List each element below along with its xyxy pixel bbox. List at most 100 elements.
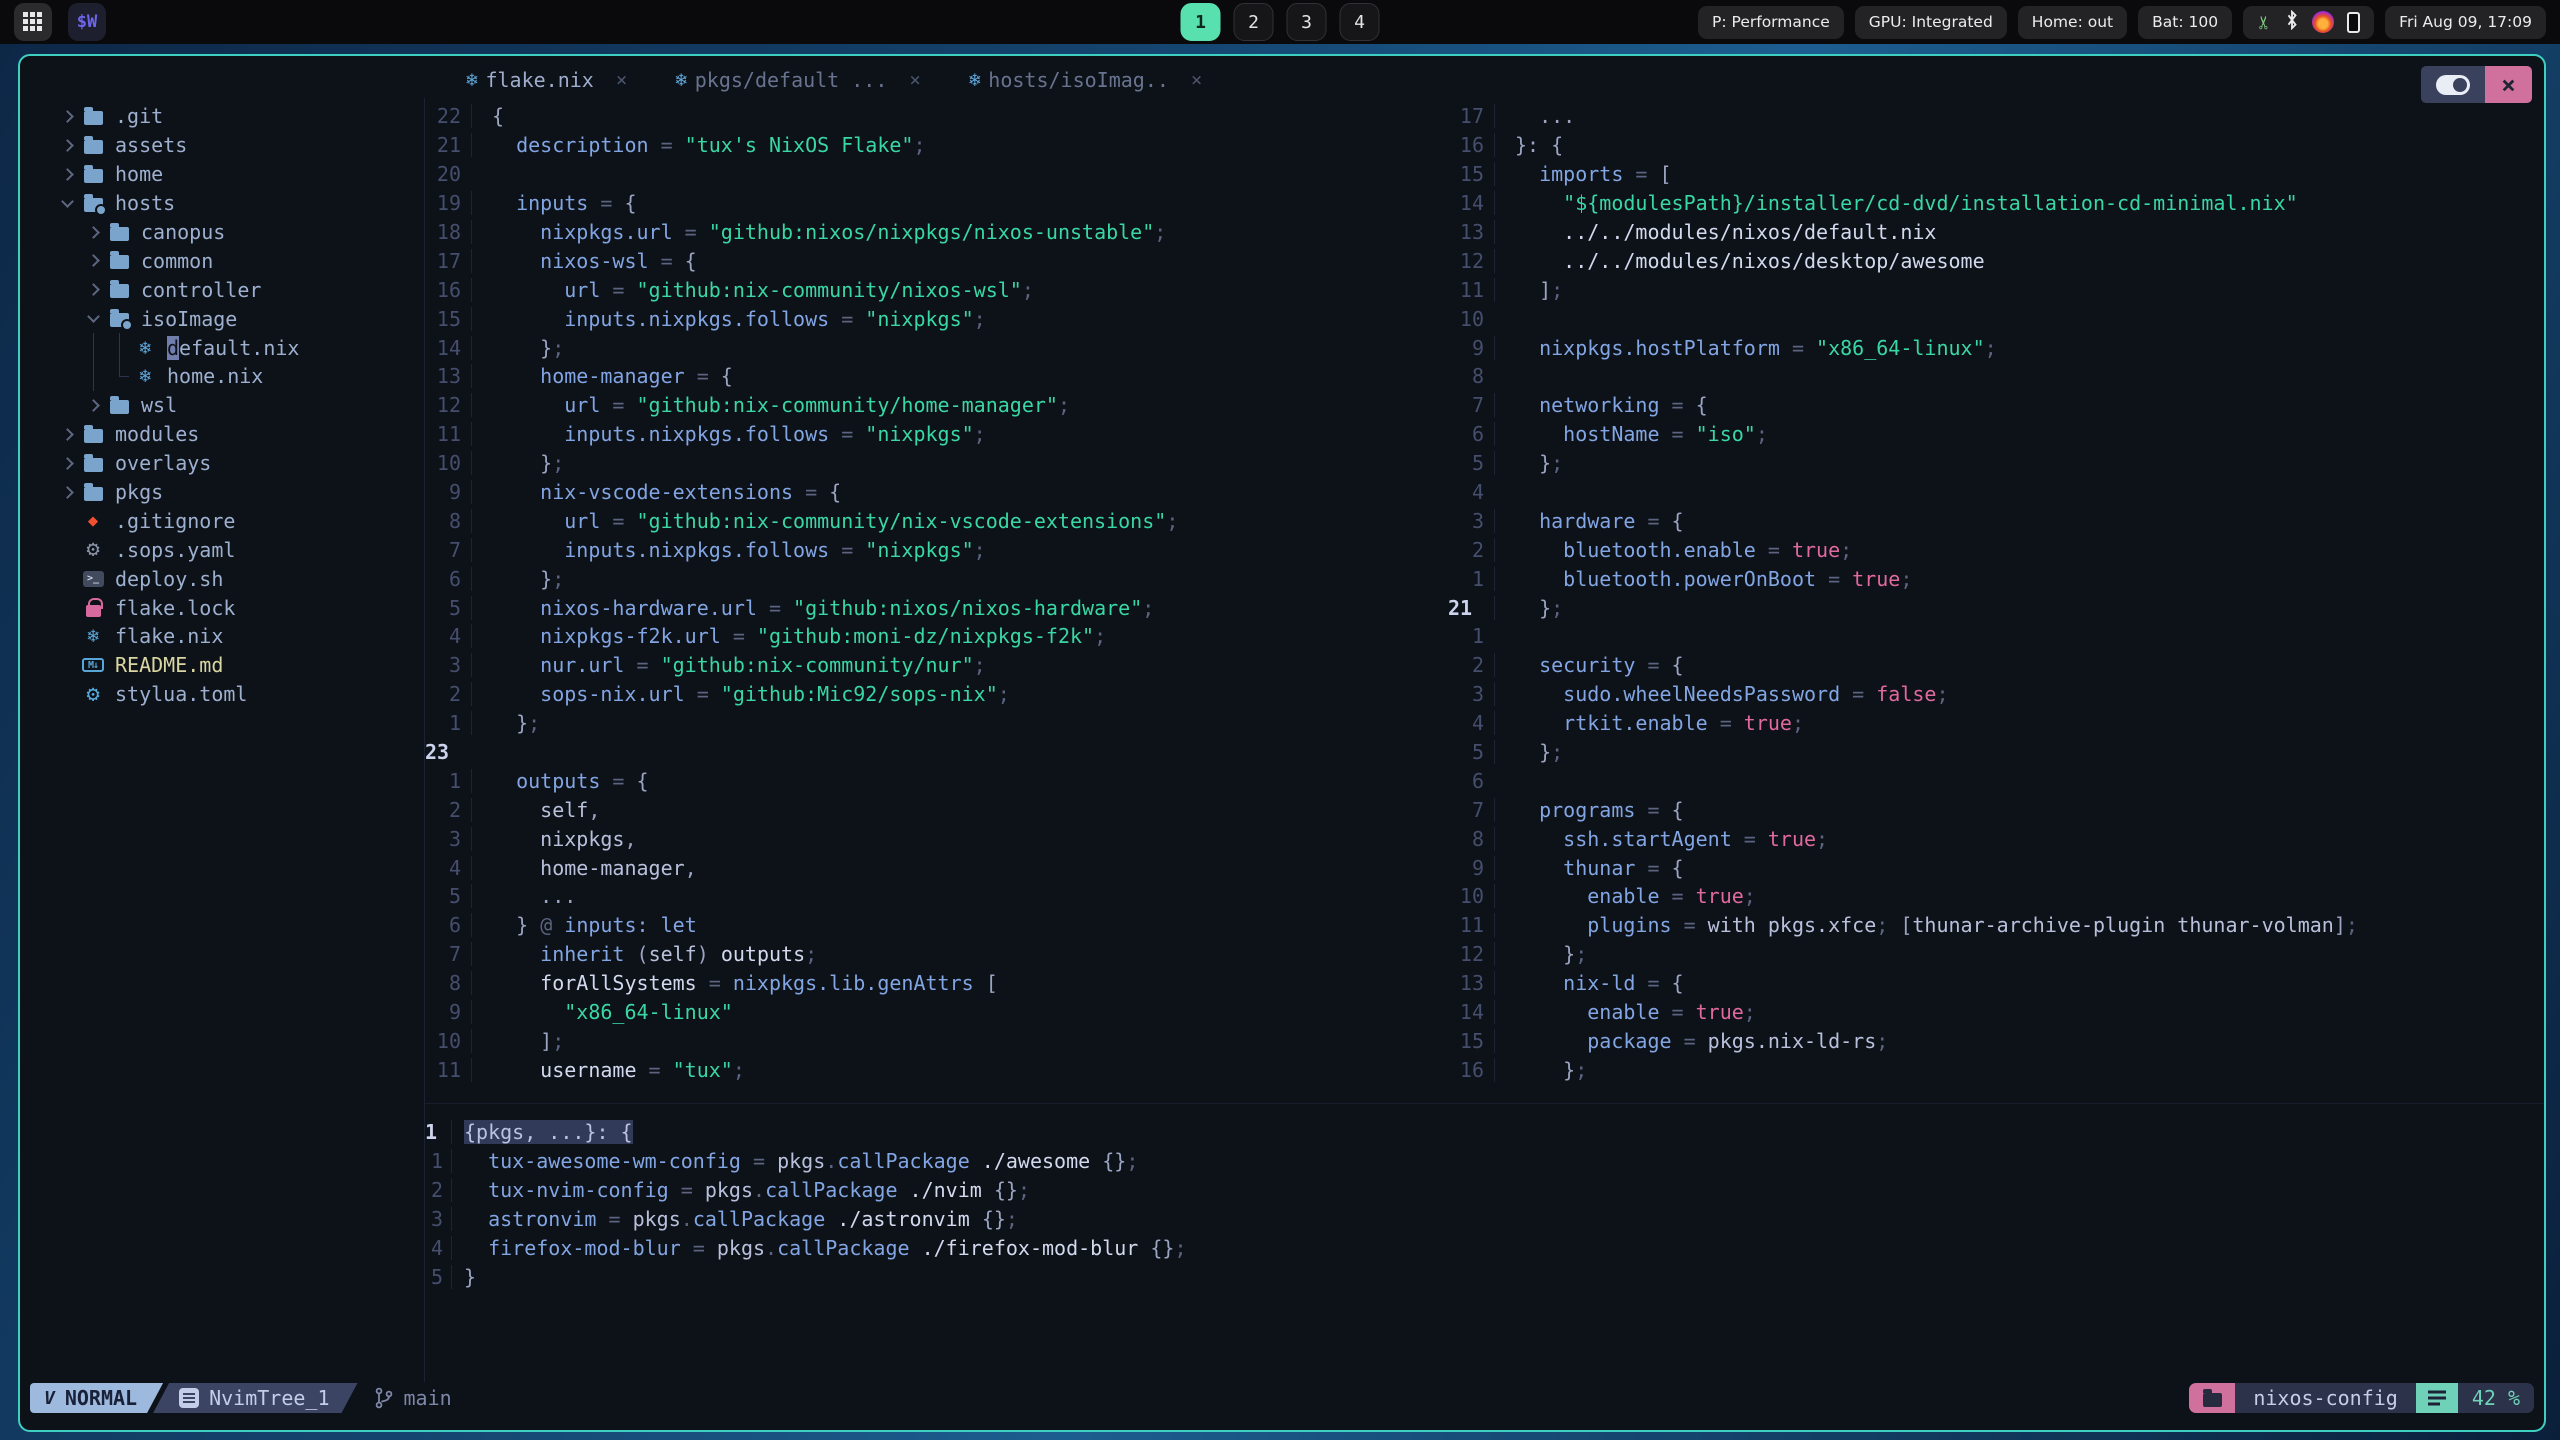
code-line[interactable]: 7 inputs.nixpkgs.follows = "nixpkgs"; <box>425 535 1448 564</box>
tree-item-deploy-sh[interactable]: >_ deploy.sh <box>20 564 424 593</box>
code-line[interactable]: 10 <box>1448 304 2544 333</box>
code-line[interactable]: 13 home-manager = { <box>425 362 1448 391</box>
code-line[interactable]: 3 hardware = { <box>1448 506 2544 535</box>
code-line[interactable]: 11 plugins = with pkgs.xfce; [thunar-arc… <box>1448 911 2544 940</box>
code-line[interactable]: 4 home-manager, <box>425 853 1448 882</box>
code-line[interactable]: 8 url = "github:nix-community/nix-vscode… <box>425 506 1448 535</box>
code-line[interactable]: 1 <box>1448 622 2544 651</box>
tree-item-controller[interactable]: controller <box>20 275 424 304</box>
code-line[interactable]: 15 package = pkgs.nix-ld-rs; <box>1448 1027 2544 1056</box>
code-line[interactable]: 10 }; <box>425 449 1448 478</box>
tree-item-wsl[interactable]: wsl <box>20 391 424 420</box>
code-line[interactable]: 2 bluetooth.enable = true; <box>1448 535 2544 564</box>
code-line[interactable]: 11 ]; <box>1448 275 2544 304</box>
code-line[interactable]: 6 <box>1448 766 2544 795</box>
tab-close-icon[interactable]: × <box>616 69 627 91</box>
code-line[interactable]: 14 "${modulesPath}/installer/cd-dvd/inst… <box>1448 189 2544 218</box>
code-line[interactable]: 17 nixos-wsl = { <box>425 246 1448 275</box>
code-line[interactable]: 4 rtkit.enable = true; <box>1448 709 2544 738</box>
tab-flake-nix[interactable]: ❄ flake.nix × <box>466 68 627 98</box>
code-line[interactable]: 13 nix-ld = { <box>1448 969 2544 998</box>
code-line[interactable]: 9 nix-vscode-extensions = { <box>425 478 1448 507</box>
code-line[interactable]: 16 url = "github:nix-community/nixos-wsl… <box>425 275 1448 304</box>
tree-item-pkgs[interactable]: pkgs <box>20 478 424 507</box>
code-line[interactable]: 16 }; <box>1448 1055 2544 1084</box>
tab-close-icon[interactable]: × <box>909 69 920 91</box>
code-line[interactable]: 1 outputs = { <box>425 766 1448 795</box>
code-line[interactable]: 3 nur.url = "github:nix-community/nur"; <box>425 651 1448 680</box>
code-line[interactable]: 2 self, <box>425 795 1448 824</box>
code-line[interactable]: 1 {pkgs, ...}: { <box>425 1118 2544 1147</box>
tree-item-modules[interactable]: modules <box>20 420 424 449</box>
tree-item-overlays[interactable]: overlays <box>20 449 424 478</box>
tree-item-canopus[interactable]: canopus <box>20 218 424 247</box>
workspace-button-2[interactable]: 2 <box>1233 3 1274 41</box>
code-line[interactable]: 6 hostName = "iso"; <box>1448 420 2544 449</box>
code-line[interactable]: 1 }; <box>425 709 1448 738</box>
code-line[interactable]: 6 }; <box>425 564 1448 593</box>
code-line[interactable]: 8 <box>1448 362 2544 391</box>
wm-logo-button[interactable]: $W <box>68 3 106 41</box>
tree-item-stylua-toml[interactable]: ⚙ stylua.toml <box>20 680 424 709</box>
code-line[interactable]: 12 }; <box>1448 940 2544 969</box>
code-line[interactable]: 3 sudo.wheelNeedsPassword = false; <box>1448 680 2544 709</box>
code-line[interactable]: 1 tux-awesome-wm-config = pkgs.callPacka… <box>425 1147 2544 1176</box>
code-line[interactable]: 2 security = { <box>1448 651 2544 680</box>
tab-close-icon[interactable]: × <box>1191 69 1202 91</box>
code-line[interactable]: 19 inputs = { <box>425 189 1448 218</box>
code-line[interactable]: 7 networking = { <box>1448 391 2544 420</box>
code-line[interactable]: 8 ssh.startAgent = true; <box>1448 824 2544 853</box>
code-line[interactable]: 11 username = "tux"; <box>425 1055 1448 1084</box>
code-line[interactable]: 23 <box>425 738 1448 767</box>
code-line[interactable]: 12 url = "github:nix-community/home-mana… <box>425 391 1448 420</box>
code-line[interactable]: 9 nixpkgs.hostPlatform = "x86_64-linux"; <box>1448 333 2544 362</box>
code-line[interactable]: 14 }; <box>425 333 1448 362</box>
code-line[interactable]: 5 }; <box>1448 738 2544 767</box>
tab-pkgs-default-[interactable]: ❄ pkgs/default ... × <box>675 68 921 98</box>
code-line[interactable]: 2 tux-nvim-config = pkgs.callPackage ./n… <box>425 1176 2544 1205</box>
code-line[interactable]: 22 { <box>425 102 1448 131</box>
code-line[interactable]: 10 ]; <box>425 1027 1448 1056</box>
tree-item--git[interactable]: .git <box>20 102 424 131</box>
tab-hosts-isoImag-[interactable]: ❄ hosts/isoImag.. × <box>969 68 1203 98</box>
code-line[interactable]: 14 enable = true; <box>1448 998 2544 1027</box>
app-launcher-button[interactable] <box>14 3 52 41</box>
code-line[interactable]: 11 inputs.nixpkgs.follows = "nixpkgs"; <box>425 420 1448 449</box>
code-line[interactable]: 5} <box>425 1262 2544 1291</box>
tree-item-home[interactable]: home <box>20 160 424 189</box>
code-line[interactable]: 1 bluetooth.powerOnBoot = true; <box>1448 564 2544 593</box>
code-line[interactable]: 5 }; <box>1448 449 2544 478</box>
code-line[interactable]: 21 description = "tux's NixOS Flake"; <box>425 131 1448 160</box>
tree-item--sops-yaml[interactable]: ⚙ .sops.yaml <box>20 535 424 564</box>
tree-item-default-nix[interactable]: ❄ default.nix <box>20 333 424 363</box>
code-line[interactable]: 6 } @ inputs: let <box>425 911 1448 940</box>
scissors-icon[interactable]: ✂ <box>2254 14 2275 29</box>
code-line[interactable]: 9 thunar = { <box>1448 853 2544 882</box>
code-line[interactable]: 16}: { <box>1448 131 2544 160</box>
tree-item-assets[interactable]: assets <box>20 131 424 160</box>
code-line[interactable]: 4 nixpkgs-f2k.url = "github:moni-dz/nixp… <box>425 622 1448 651</box>
code-line[interactable]: 17 ... <box>1448 102 2544 131</box>
code-line[interactable]: 4 <box>1448 478 2544 507</box>
code-line[interactable]: 5 ... <box>425 882 1448 911</box>
code-line[interactable]: 13 ../../modules/nixos/default.nix <box>1448 218 2544 247</box>
tree-item-home-nix[interactable]: ❄ home.nix <box>20 362 424 391</box>
phone-icon[interactable] <box>2347 11 2361 33</box>
code-line[interactable]: 4 firefox-mod-blur = pkgs.callPackage ./… <box>425 1234 2544 1263</box>
code-line[interactable]: 15 inputs.nixpkgs.follows = "nixpkgs"; <box>425 304 1448 333</box>
code-line[interactable]: 3 astronvim = pkgs.callPackage ./astronv… <box>425 1205 2544 1234</box>
tree-item-README-md[interactable]: M↓ README.md <box>20 651 424 680</box>
code-line[interactable]: 9 "x86_64-linux" <box>425 998 1448 1027</box>
code-line[interactable]: 3 nixpkgs, <box>425 824 1448 853</box>
code-line[interactable]: 15 imports = [ <box>1448 160 2544 189</box>
code-line[interactable]: 2 sops-nix.url = "github:Mic92/sops-nix"… <box>425 680 1448 709</box>
code-line[interactable]: 5 nixos-hardware.url = "github:nixos/nix… <box>425 593 1448 622</box>
code-line[interactable]: 7 programs = { <box>1448 795 2544 824</box>
tree-item-flake-lock[interactable]: flake.lock <box>20 593 424 622</box>
code-line[interactable]: 18 nixpkgs.url = "github:nixos/nixpkgs/n… <box>425 218 1448 247</box>
tree-item-flake-nix[interactable]: ❄ flake.nix <box>20 622 424 651</box>
bluetooth-icon[interactable] <box>2285 9 2299 34</box>
tree-item-hosts[interactable]: hosts <box>20 189 424 218</box>
code-line[interactable]: 10 enable = true; <box>1448 882 2544 911</box>
workspace-button-4[interactable]: 4 <box>1339 3 1380 41</box>
